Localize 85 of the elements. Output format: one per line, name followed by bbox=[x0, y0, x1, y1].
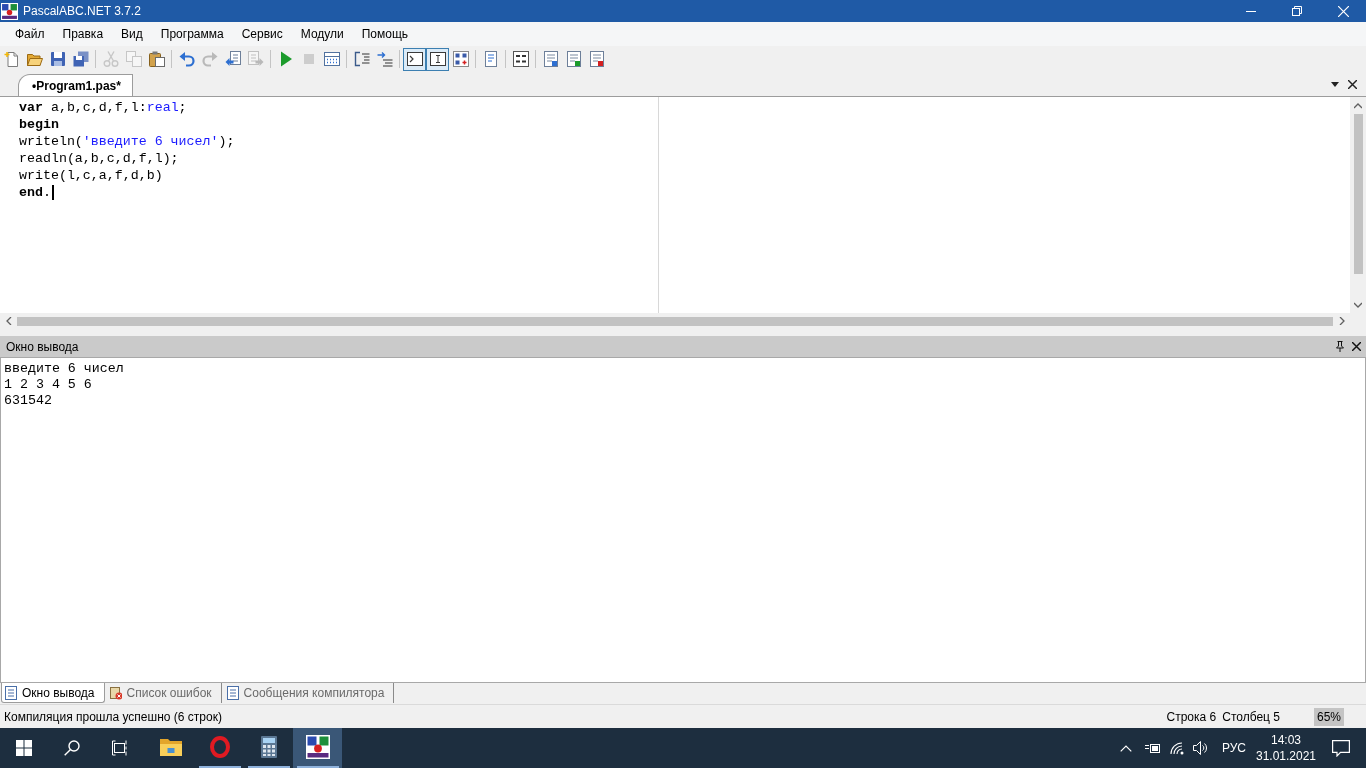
code-line: end. bbox=[19, 184, 51, 201]
panel-tab[interactable]: Окно вывода bbox=[1, 683, 105, 703]
document-icon bbox=[588, 51, 605, 67]
status-message: Компиляция прошла успешно (6 строк) bbox=[4, 708, 222, 726]
code-line: readln(a,b,c,d,f,l); bbox=[19, 150, 179, 167]
document-arrow-left-icon bbox=[224, 51, 241, 67]
chevron-up-icon[interactable] bbox=[1119, 744, 1132, 752]
restore-icon bbox=[1292, 6, 1302, 16]
copy-icon bbox=[125, 51, 142, 67]
scrollbar-thumb[interactable] bbox=[1353, 114, 1363, 274]
panel-title: Окно вывода bbox=[6, 338, 79, 356]
menu-item[interactable]: Модули bbox=[291, 24, 353, 44]
language-indicator[interactable]: РУС bbox=[1217, 739, 1250, 757]
toolbar-button[interactable] bbox=[426, 47, 449, 71]
dotted-grid-icon bbox=[323, 51, 340, 67]
scissors-icon bbox=[102, 51, 119, 67]
logo-icon bbox=[305, 735, 330, 759]
windows-logo-icon bbox=[16, 740, 32, 756]
battery-icon[interactable] bbox=[1144, 742, 1161, 754]
indent-icon bbox=[353, 51, 370, 67]
taskbar-app[interactable] bbox=[293, 728, 342, 768]
close-icon[interactable] bbox=[1352, 342, 1361, 351]
menu-item[interactable]: Сервис bbox=[232, 24, 292, 44]
code-line: write(l,c,a,f,d,b) bbox=[19, 167, 163, 184]
menu-item[interactable]: Вид bbox=[112, 24, 152, 44]
document-arrow-right-icon bbox=[247, 51, 264, 67]
caret-down-icon[interactable] bbox=[1331, 81, 1339, 87]
search-icon bbox=[64, 740, 80, 756]
clipboard-error-icon bbox=[109, 686, 122, 700]
scrollbar-thumb[interactable] bbox=[17, 316, 1333, 326]
menu-item[interactable]: Файл bbox=[6, 24, 54, 44]
scroll-right-icon[interactable] bbox=[1338, 317, 1345, 325]
folder-icon bbox=[159, 738, 182, 756]
horizontal-scrollbar[interactable] bbox=[0, 313, 1366, 329]
editor-tab[interactable]: •Program1.pas* bbox=[18, 74, 133, 96]
line-indicator: Строка 6 bbox=[1166, 708, 1217, 726]
pin-icon[interactable] bbox=[1336, 341, 1344, 352]
clock-date[interactable]: 31.01.2021 bbox=[1255, 748, 1317, 764]
console-icon bbox=[406, 51, 423, 67]
stacked-floppy-icon bbox=[72, 51, 89, 67]
open-folder-icon bbox=[26, 51, 43, 67]
panel-tab[interactable]: Список ошибок bbox=[106, 683, 222, 703]
menu-item[interactable]: Программа bbox=[151, 24, 233, 44]
minimize-icon bbox=[1246, 10, 1256, 12]
speaker-icon[interactable] bbox=[1192, 741, 1208, 755]
code-line: var a,b,c,d,f,l:real; bbox=[19, 99, 187, 116]
list-icon bbox=[5, 685, 17, 700]
clock-time[interactable]: 14:03 bbox=[1271, 732, 1301, 748]
ring-icon bbox=[209, 736, 230, 758]
task-view-icon bbox=[112, 740, 128, 756]
scroll-up-icon[interactable] bbox=[1354, 102, 1362, 109]
undo-icon bbox=[178, 51, 195, 67]
zoom-indicator: 65% bbox=[1313, 707, 1344, 726]
wifi-icon[interactable] bbox=[1169, 741, 1184, 755]
output-line: 1 2 3 4 5 6 bbox=[4, 377, 92, 393]
scroll-down-icon[interactable] bbox=[1354, 301, 1362, 308]
vertical-scrollbar[interactable] bbox=[1350, 97, 1366, 313]
logo-icon bbox=[1, 2, 18, 20]
code-line: begin bbox=[19, 116, 59, 133]
code-line: writeln('введите 6 чисел'); bbox=[19, 133, 235, 150]
toolbar-button[interactable] bbox=[403, 47, 426, 71]
text-field-icon bbox=[429, 51, 446, 67]
document-icon bbox=[565, 51, 582, 67]
redo-icon bbox=[201, 51, 218, 67]
calculator-icon bbox=[260, 736, 277, 758]
list-icon bbox=[226, 686, 239, 700]
column-indicator: Столбец 5 bbox=[1222, 708, 1280, 726]
squares-plus-icon bbox=[452, 51, 469, 67]
clipboard-icon bbox=[148, 51, 165, 67]
scroll-left-icon[interactable] bbox=[5, 317, 12, 325]
menu-item[interactable]: Правка bbox=[53, 24, 113, 44]
document-icon bbox=[482, 51, 499, 67]
outdent-icon bbox=[376, 51, 393, 67]
document-icon bbox=[542, 51, 559, 67]
window-title: PascalABC.NET 3.7.2 bbox=[23, 5, 141, 17]
close-icon[interactable] bbox=[1348, 79, 1357, 89]
panel-tab[interactable]: Сообщения компилятора bbox=[223, 683, 395, 703]
new-file-icon bbox=[3, 51, 20, 67]
text-block-icon bbox=[512, 51, 529, 67]
close-icon bbox=[1337, 5, 1349, 17]
notification-icon[interactable] bbox=[1332, 739, 1350, 757]
menu-item[interactable]: Помощь bbox=[352, 24, 418, 44]
output-line: 631542 bbox=[4, 393, 52, 409]
stop-icon bbox=[303, 54, 314, 64]
output-line: введите 6 чисел bbox=[4, 361, 124, 377]
